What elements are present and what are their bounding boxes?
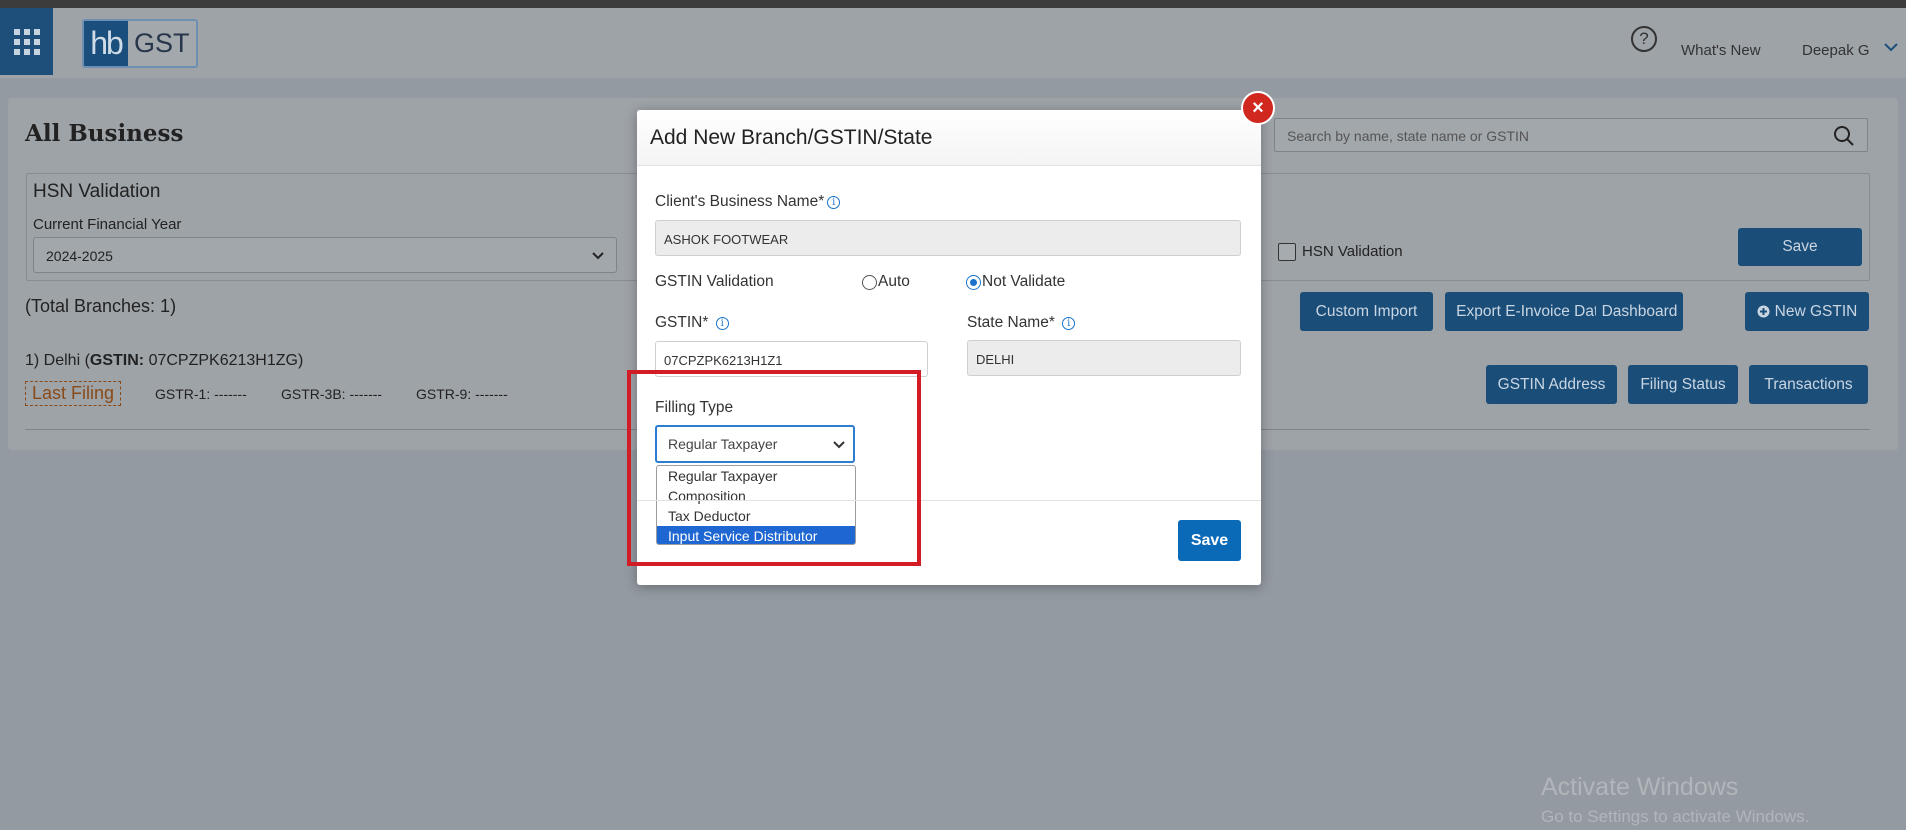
dashboard-button[interactable]: Dashboard (1596, 292, 1683, 331)
hsn-title: HSN Validation (33, 181, 161, 202)
last-filing-badge[interactable]: Last Filing (25, 381, 122, 406)
transactions-button[interactable]: Transactions (1749, 365, 1868, 404)
page-title: All Business (25, 120, 184, 147)
new-gstin-label: New GSTIN (1774, 302, 1858, 320)
plus-circle-icon (1757, 305, 1770, 318)
business-name-field[interactable]: ASHOK FOOTWEAR (655, 220, 1241, 256)
search-input[interactable] (1287, 125, 1807, 147)
business-name-label-text: Client's Business Name* (655, 193, 825, 210)
radio-auto[interactable] (862, 275, 877, 290)
gstr9-status: GSTR-9: ------- (416, 386, 508, 402)
info-icon[interactable]: i (715, 317, 729, 330)
top-strip (0, 0, 1906, 8)
total-branches: (Total Branches: 1) (25, 296, 177, 316)
user-menu[interactable]: Deepak G (1802, 42, 1870, 59)
gstin-label-text: GSTIN* (655, 314, 709, 331)
radio-not-validate-label: Not Validate (982, 273, 1066, 290)
branch-gstin-suffix: 07CPZPK6213H1ZG) (144, 352, 304, 369)
radio-not-validate[interactable] (966, 275, 981, 290)
business-name-label: Client's Business Name* i (655, 193, 841, 211)
windows-activation-title: Activate Windows (1541, 773, 1739, 801)
gstin-address-button[interactable]: GSTIN Address (1486, 365, 1617, 404)
radio-auto-label: Auto (878, 273, 910, 290)
app-header: hb GST ? What's New Deepak G (0, 8, 1906, 78)
chevron-down-icon[interactable] (1882, 38, 1900, 56)
info-icon[interactable]: i (827, 196, 841, 209)
state-name-field[interactable]: DELHI (967, 340, 1241, 376)
hsn-validation-checkbox-label: HSN Validation (1302, 243, 1403, 260)
search-icon[interactable] (1833, 125, 1855, 147)
logo-hb: hb (84, 21, 128, 66)
modal-save-button[interactable]: Save (1178, 520, 1241, 561)
gstin-label: GSTIN* i (655, 314, 729, 332)
hsn-save-button[interactable]: Save (1738, 228, 1862, 266)
hsn-validation-checkbox[interactable] (1278, 243, 1296, 261)
info-icon[interactable]: i (1062, 317, 1076, 330)
branch-prefix: 1) Delhi ( (25, 352, 90, 369)
export-einvoice-button[interactable]: Export E-Invoice Data (1445, 292, 1618, 331)
gstin-validation-label: GSTIN Validation (655, 273, 774, 290)
custom-import-button[interactable]: Custom Import (1300, 292, 1433, 331)
chevron-down-icon (592, 252, 604, 260)
gstr1-status: GSTR-1: ------- (155, 386, 247, 402)
gstr3b-status: GSTR-3B: ------- (281, 386, 383, 402)
logo-gst: GST (128, 21, 196, 66)
search-box[interactable] (1274, 118, 1868, 152)
financial-year-value: 2024-2025 (46, 248, 113, 264)
highlight-box (627, 370, 921, 566)
windows-activation-subtitle: Go to Settings to activate Windows. (1541, 807, 1810, 826)
apps-menu-button[interactable] (0, 8, 53, 75)
financial-year-select[interactable]: 2024-2025 (33, 237, 617, 273)
state-name-label: State Name* i (967, 314, 1076, 332)
modal-title: Add New Branch/GSTIN/State (637, 110, 1261, 166)
hbgst-logo[interactable]: hb GST (82, 19, 198, 68)
whats-new-link[interactable]: What's New (1681, 42, 1761, 59)
help-icon[interactable]: ? (1631, 26, 1657, 52)
state-name-label-text: State Name* (967, 314, 1055, 331)
branch-title: 1) Delhi (GSTIN: 07CPZPK6213H1ZG) (25, 352, 303, 370)
filing-status-button[interactable]: Filing Status (1628, 365, 1738, 404)
financial-year-label: Current Financial Year (33, 216, 182, 233)
close-icon[interactable]: × (1241, 91, 1275, 125)
branch-gstin-label: GSTIN: (89, 352, 145, 369)
grid-icon (13, 28, 40, 55)
new-gstin-button[interactable]: New GSTIN (1745, 292, 1869, 331)
